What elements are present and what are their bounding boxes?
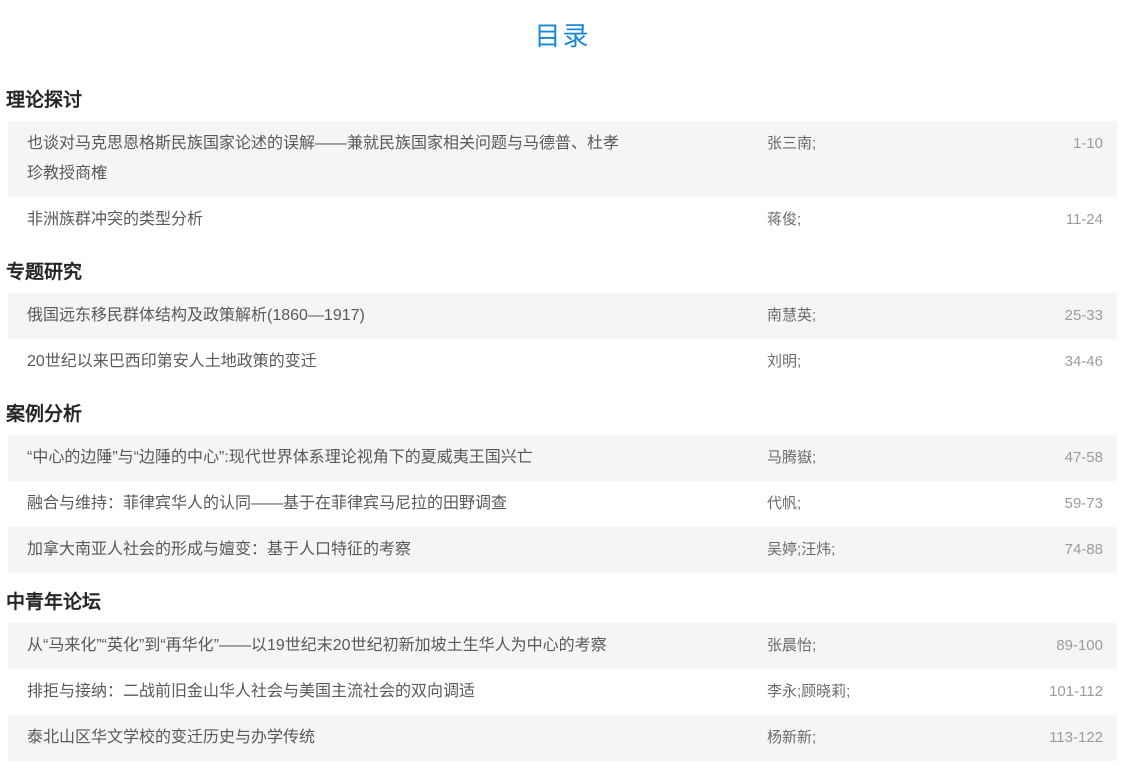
section-heading: 理论探讨 <box>6 85 1117 112</box>
article-authors: 张三南; <box>767 129 987 159</box>
article-row: 也谈对马克思恩格斯民族国家论述的误解——兼就民族国家相关问题与马德普、杜孝珍教授… <box>8 121 1117 197</box>
article-title-link[interactable]: 也谈对马克思恩格斯民族国家论述的误解——兼就民族国家相关问题与马德普、杜孝珍教授… <box>27 129 627 189</box>
article-authors: 代帆; <box>767 489 987 519</box>
article-title-link[interactable]: 排拒与接纳：二战前旧金山华人社会与美国主流社会的双向调适 <box>27 677 627 707</box>
page-title: 目录 <box>0 16 1125 53</box>
toc-section: 专题研究 俄国远东移民群体结构及政策解析(1860—1917) 南慧英; 25-… <box>0 257 1125 385</box>
article-authors: 蒋俊; <box>767 205 987 235</box>
article-row: 非洲族群冲突的类型分析 蒋俊; 11-24 <box>8 197 1117 243</box>
article-authors: 南慧英; <box>767 301 987 331</box>
article-title-link[interactable]: 从“马来化”“英化”到“再华化”——以19世纪末20世纪初新加坡土生华人为中心的… <box>27 631 627 661</box>
article-row: 泰北山区华文学校的变迁历史与办学传统 杨新新; 113-122 <box>8 715 1117 761</box>
toc-page: 目录 理论探讨 也谈对马克思恩格斯民族国家论述的误解——兼就民族国家相关问题与马… <box>0 0 1125 761</box>
section-rows: “中心的边陲”与“边陲的中心”:现代世界体系理论视角下的夏威夷王国兴亡 马腾嶽;… <box>0 435 1125 573</box>
section-rows: 从“马来化”“英化”到“再华化”——以19世纪末20世纪初新加坡土生华人为中心的… <box>0 623 1125 761</box>
article-authors: 吴婷;汪炜; <box>767 535 987 565</box>
section-rows: 俄国远东移民群体结构及政策解析(1860—1917) 南慧英; 25-33 20… <box>0 293 1125 385</box>
article-row: 20世纪以来巴西印第安人土地政策的变迁 刘明; 34-46 <box>8 339 1117 385</box>
article-authors: 马腾嶽; <box>767 443 987 473</box>
article-title-link[interactable]: 加拿大南亚人社会的形成与嬗变：基于人口特征的考察 <box>27 535 627 565</box>
article-authors: 张晨怡; <box>767 631 987 661</box>
article-title-link[interactable]: 非洲族群冲突的类型分析 <box>27 205 627 235</box>
article-title-link[interactable]: “中心的边陲”与“边陲的中心”:现代世界体系理论视角下的夏威夷王国兴亡 <box>27 443 627 473</box>
article-authors: 李永;顾晓莉; <box>767 677 987 707</box>
article-pages: 59-73 <box>987 489 1103 519</box>
article-authors: 杨新新; <box>767 723 987 753</box>
article-row: 俄国远东移民群体结构及政策解析(1860—1917) 南慧英; 25-33 <box>8 293 1117 339</box>
article-title-link[interactable]: 俄国远东移民群体结构及政策解析(1860—1917) <box>27 301 627 331</box>
section-heading: 案例分析 <box>6 399 1117 426</box>
toc-section: 中青年论坛 从“马来化”“英化”到“再华化”——以19世纪末20世纪初新加坡土生… <box>0 587 1125 761</box>
article-row: 排拒与接纳：二战前旧金山华人社会与美国主流社会的双向调适 李永;顾晓莉; 101… <box>8 669 1117 715</box>
article-pages: 113-122 <box>987 723 1103 753</box>
article-pages: 101-112 <box>987 677 1103 707</box>
article-row: 加拿大南亚人社会的形成与嬗变：基于人口特征的考察 吴婷;汪炜; 74-88 <box>8 527 1117 573</box>
toc-section: 案例分析 “中心的边陲”与“边陲的中心”:现代世界体系理论视角下的夏威夷王国兴亡… <box>0 399 1125 573</box>
article-title-link[interactable]: 融合与维持：菲律宾华人的认同——基于在菲律宾马尼拉的田野调查 <box>27 489 627 519</box>
toc-sections: 理论探讨 也谈对马克思恩格斯民族国家论述的误解——兼就民族国家相关问题与马德普、… <box>0 85 1125 761</box>
article-pages: 74-88 <box>987 535 1103 565</box>
article-pages: 47-58 <box>987 443 1103 473</box>
article-pages: 1-10 <box>987 129 1103 159</box>
section-heading: 专题研究 <box>6 257 1117 284</box>
article-row: 从“马来化”“英化”到“再华化”——以19世纪末20世纪初新加坡土生华人为中心的… <box>8 623 1117 669</box>
article-pages: 11-24 <box>987 205 1103 235</box>
article-pages: 34-46 <box>987 347 1103 377</box>
section-rows: 也谈对马克思恩格斯民族国家论述的误解——兼就民族国家相关问题与马德普、杜孝珍教授… <box>0 121 1125 243</box>
article-title-link[interactable]: 20世纪以来巴西印第安人土地政策的变迁 <box>27 347 627 377</box>
article-row: 融合与维持：菲律宾华人的认同——基于在菲律宾马尼拉的田野调查 代帆; 59-73 <box>8 481 1117 527</box>
article-pages: 25-33 <box>987 301 1103 331</box>
article-row: “中心的边陲”与“边陲的中心”:现代世界体系理论视角下的夏威夷王国兴亡 马腾嶽;… <box>8 435 1117 481</box>
article-authors: 刘明; <box>767 347 987 377</box>
toc-section: 理论探讨 也谈对马克思恩格斯民族国家论述的误解——兼就民族国家相关问题与马德普、… <box>0 85 1125 243</box>
article-title-link[interactable]: 泰北山区华文学校的变迁历史与办学传统 <box>27 723 627 753</box>
section-heading: 中青年论坛 <box>6 587 1117 614</box>
article-pages: 89-100 <box>987 631 1103 661</box>
